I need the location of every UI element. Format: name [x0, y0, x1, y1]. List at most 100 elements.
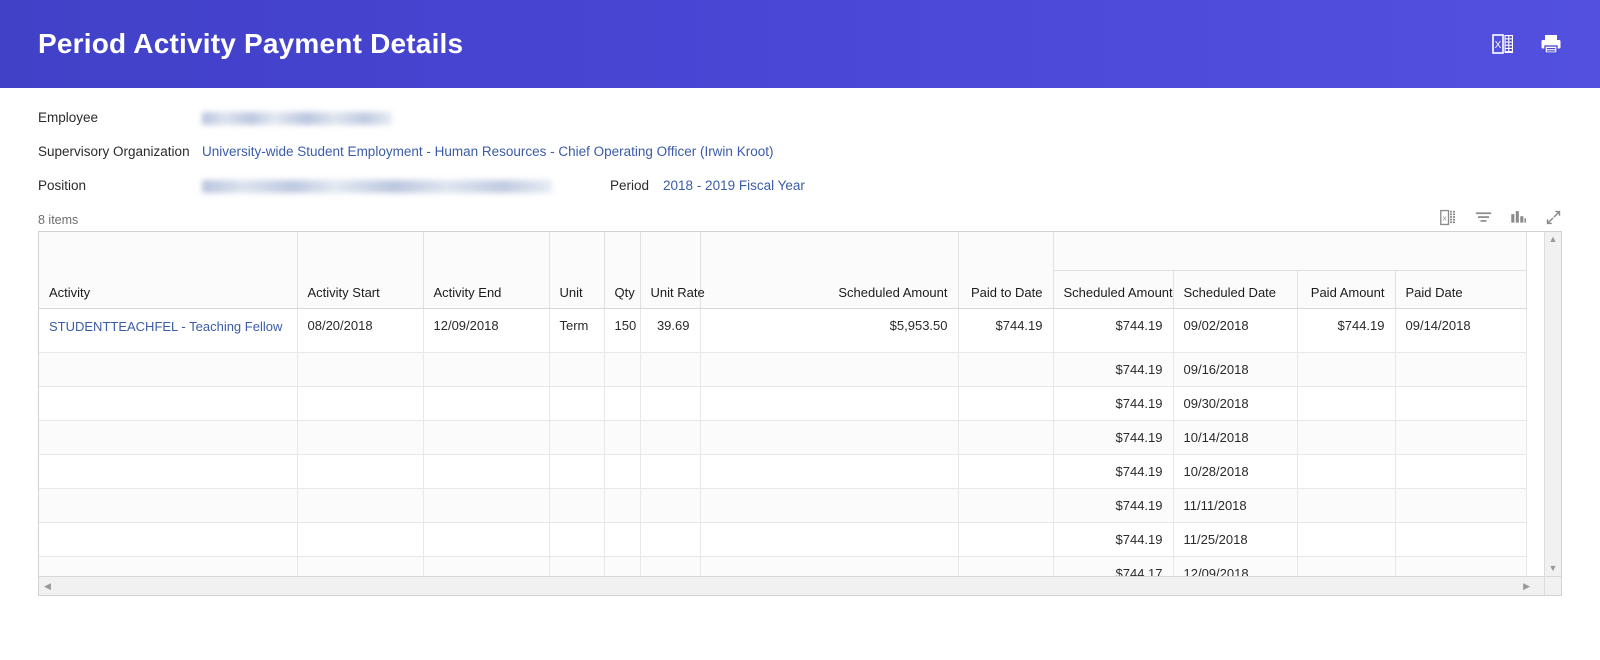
cell-scheduled-amount — [700, 352, 959, 387]
svg-text:X: X — [1495, 40, 1502, 51]
cell-paid-date — [1395, 352, 1527, 387]
expand-icon[interactable] — [1545, 209, 1562, 226]
filter-icon[interactable] — [1475, 209, 1492, 226]
employee-value — [202, 110, 392, 125]
activity-link[interactable]: STUDENTTEACHFEL - Teaching Fellow — [49, 318, 282, 336]
table-row[interactable]: $744.19 11/25/2018 — [39, 522, 1527, 557]
cell-sched-amount: $744.17 — [1053, 556, 1174, 576]
cell-paid-amount: $744.19 — [1297, 308, 1396, 353]
banner-actions: X — [1492, 33, 1576, 55]
col-paid-to-date[interactable]: Paid to Date — [958, 232, 1054, 309]
cell-unit — [549, 420, 605, 455]
table-row[interactable]: $744.19 09/30/2018 — [39, 386, 1527, 421]
vertical-scrollbar[interactable]: ▲ ▼ — [1544, 232, 1561, 576]
cell-paid-date — [1395, 556, 1527, 576]
cell-paid-date — [1395, 488, 1527, 523]
svg-text:x: x — [1443, 214, 1447, 223]
col-sub-scheduled-date[interactable]: Scheduled Date — [1173, 270, 1298, 309]
col-unit-rate[interactable]: Unit Rate — [640, 232, 705, 309]
table-header-group-row: Activity Activity Start Activity End Uni… — [39, 232, 1527, 309]
col-sub-paid-amount[interactable]: Paid Amount — [1297, 270, 1396, 309]
scroll-up-icon[interactable]: ▲ — [1549, 235, 1558, 244]
cell-paid-to-date — [958, 556, 1054, 576]
cell-sched-amount: $744.19 — [1053, 522, 1174, 557]
cell-paid-amount — [1297, 488, 1396, 523]
cell-qty — [604, 522, 641, 557]
cell-unit — [549, 352, 605, 387]
scroll-down-icon[interactable]: ▼ — [1549, 564, 1558, 573]
col-activity-start[interactable]: Activity Start — [297, 232, 424, 309]
table-row[interactable]: $744.19 10/28/2018 — [39, 454, 1527, 489]
scroll-right-icon[interactable]: ▶ — [1523, 581, 1530, 592]
table-row[interactable]: $744.19 11/11/2018 — [39, 488, 1527, 523]
grid-toolbar: 8 items x — [38, 203, 1562, 227]
position-row: Position Period 2018 - 2019 Fiscal Year — [38, 178, 1600, 193]
excel-export-icon[interactable]: x — [1440, 209, 1457, 226]
grid-wrapper: 8 items x Activity Activity Start Activi… — [0, 203, 1600, 596]
cell-paid-date — [1395, 386, 1527, 421]
employee-row: Employee — [38, 110, 1600, 125]
cell-scheduled-amount — [700, 420, 959, 455]
table-row[interactable]: $744.17 12/09/2018 — [39, 556, 1527, 576]
col-unit[interactable]: Unit — [549, 232, 605, 309]
cell-scheduled-amount — [700, 454, 959, 489]
cell-activity — [39, 454, 298, 489]
cell-activity-end — [423, 454, 550, 489]
cell-scheduled-amount — [700, 386, 959, 421]
cell-unit — [549, 454, 605, 489]
cell-qty — [604, 454, 641, 489]
period-link[interactable]: 2018 - 2019 Fiscal Year — [663, 178, 805, 193]
scroll-left-icon[interactable]: ◀ — [44, 581, 51, 592]
cell-unit: Term — [549, 308, 605, 353]
page-title: Period Activity Payment Details — [38, 28, 464, 59]
cell-paid-to-date — [958, 420, 1054, 455]
table-body: STUDENTTEACHFEL - Teaching Fellow 08/20/… — [39, 308, 1527, 576]
redacted-position-name — [202, 179, 552, 193]
col-sub-scheduled-amount[interactable]: Scheduled Amount — [1053, 270, 1174, 309]
col-sub-paid-date[interactable]: Paid Date — [1395, 270, 1527, 309]
table-row[interactable]: $744.19 10/14/2018 — [39, 420, 1527, 455]
cell-activity-start — [297, 488, 424, 523]
excel-export-icon[interactable]: X — [1492, 33, 1514, 55]
cell-activity-start — [297, 556, 424, 576]
cell-sched-date: 09/30/2018 — [1173, 386, 1298, 421]
col-activity[interactable]: Activity — [39, 232, 298, 309]
cell-sched-amount: $744.19 — [1053, 352, 1174, 387]
cell-paid-amount — [1297, 454, 1396, 489]
table-row[interactable]: $744.19 09/16/2018 — [39, 352, 1527, 387]
cell-scheduled-amount — [700, 556, 959, 576]
cell-paid-to-date — [958, 522, 1054, 557]
col-qty[interactable]: Qty — [604, 232, 641, 309]
col-scheduled-amount[interactable]: Scheduled Amount — [700, 232, 959, 309]
cell-activity-start — [297, 352, 424, 387]
cell-activity: STUDENTTEACHFEL - Teaching Fellow — [39, 308, 298, 353]
scrollbar-corner — [1544, 577, 1561, 595]
cell-activity-end — [423, 420, 550, 455]
print-icon[interactable] — [1540, 33, 1562, 55]
cell-sched-amount: $744.19 — [1053, 420, 1174, 455]
horizontal-scrollbar[interactable]: ◀ ▶ — [38, 576, 1562, 596]
cell-paid-amount — [1297, 352, 1396, 387]
cell-activity — [39, 420, 298, 455]
cell-activity-end: 12/09/2018 — [423, 308, 550, 353]
chart-icon[interactable] — [1510, 209, 1527, 226]
col-group-payment-schedule — [1053, 232, 1527, 271]
cell-qty — [604, 386, 641, 421]
supervisory-organization-row: Supervisory Organization University-wide… — [38, 144, 1600, 159]
position-value — [202, 178, 552, 193]
cell-unit — [549, 556, 605, 576]
cell-unit-rate — [640, 522, 701, 557]
cell-sched-amount: $744.19 — [1053, 386, 1174, 421]
cell-activity — [39, 556, 298, 576]
cell-unit-rate — [640, 556, 701, 576]
col-activity-end[interactable]: Activity End — [423, 232, 550, 309]
cell-activity — [39, 522, 298, 557]
cell-qty — [604, 488, 641, 523]
cell-unit — [549, 488, 605, 523]
table-row[interactable]: STUDENTTEACHFEL - Teaching Fellow 08/20/… — [39, 308, 1527, 353]
cell-sched-date: 10/14/2018 — [1173, 420, 1298, 455]
cell-paid-amount — [1297, 556, 1396, 576]
supervisory-organization-link[interactable]: University-wide Student Employment - Hum… — [202, 144, 773, 159]
position-label: Position — [38, 178, 87, 193]
redacted-employee-name — [202, 111, 392, 125]
